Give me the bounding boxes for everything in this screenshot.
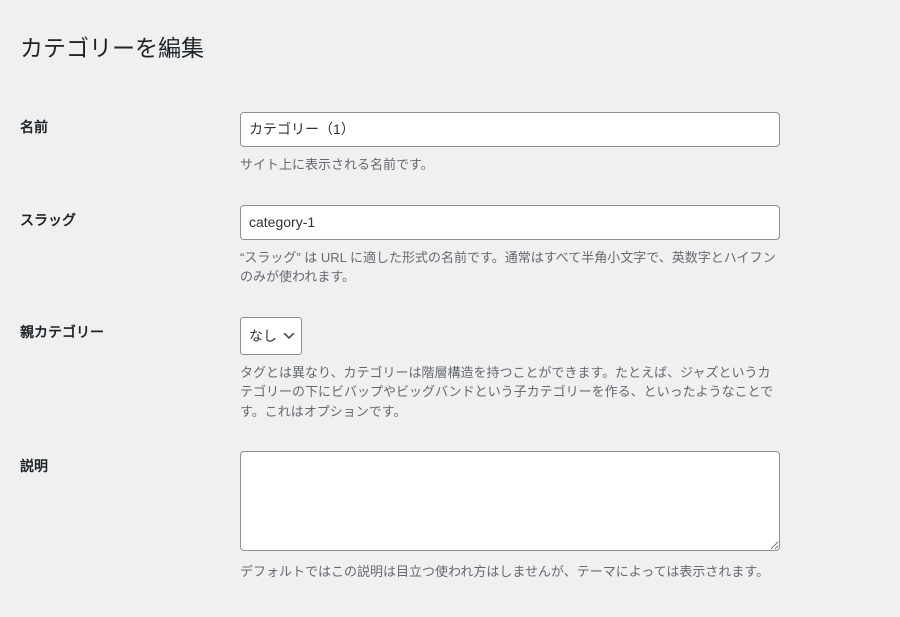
parent-select[interactable]: なし	[240, 317, 302, 355]
parent-label: 親カテゴリー	[20, 302, 240, 437]
description-help: デフォルトではこの説明は目立つ使われ方はしませんが、テーマによっては表示されます…	[240, 562, 780, 582]
slug-input[interactable]	[240, 205, 780, 240]
edit-category-form: 名前 サイト上に表示される名前です。 スラッグ “スラッグ” は URL に適し…	[20, 97, 880, 597]
page-title: カテゴリーを編集	[20, 20, 880, 67]
parent-description: タグとは異なり、カテゴリーは階層構造を持つことができます。たとえば、ジャズという…	[240, 363, 780, 422]
description-label: 説明	[20, 436, 240, 597]
slug-description: “スラッグ” は URL に適した形式の名前です。通常はすべて半角小文字で、英数…	[240, 248, 780, 287]
name-input[interactable]	[240, 112, 780, 147]
description-textarea[interactable]	[240, 451, 780, 551]
name-label: 名前	[20, 97, 240, 190]
name-description: サイト上に表示される名前です。	[240, 155, 780, 175]
slug-label: スラッグ	[20, 190, 240, 302]
